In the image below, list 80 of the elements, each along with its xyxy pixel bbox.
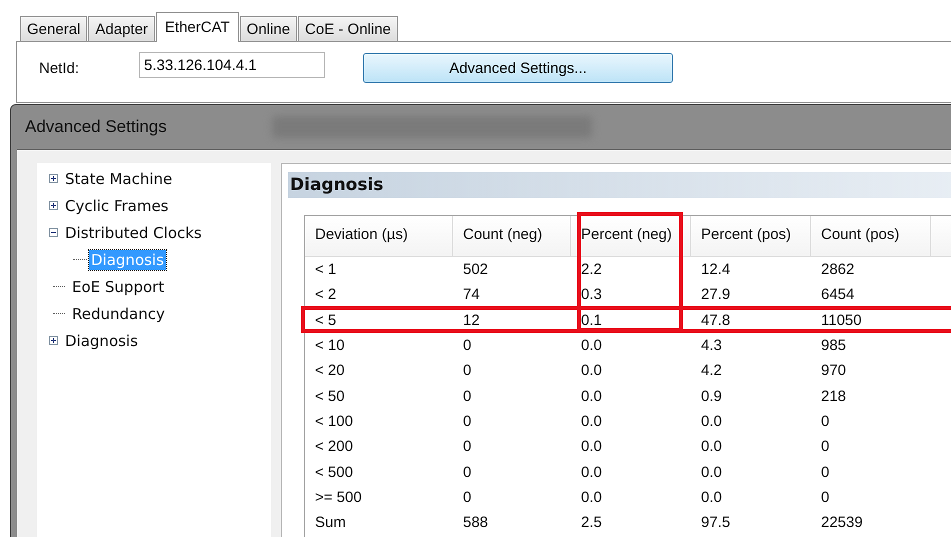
tab[interactable]: Adapter (88, 16, 155, 41)
tree-item[interactable]: State Machine (63, 168, 174, 188)
table-cell-text: 4.2 (700, 362, 723, 380)
tab[interactable]: Online (240, 16, 298, 41)
table-cell-text: 0.0 (700, 464, 723, 481)
tab[interactable]: General (20, 16, 88, 41)
table-cell-text: 0.0 (580, 388, 603, 405)
table-cell-text: 2.2 (580, 261, 603, 278)
table-cell-text: < 2 (314, 286, 338, 304)
table-cell-text: 970 (820, 362, 848, 380)
table-cell-text: < 20 (314, 362, 346, 380)
table-cell-text: 502 (462, 261, 490, 278)
netid-field[interactable]: 5.33.126.104.4.1 (139, 52, 325, 78)
tree-item[interactable]: Distributed Clocks (63, 222, 204, 242)
column-header[interactable]: Percent (pos) (691, 216, 811, 256)
expand-icon[interactable] (49, 174, 58, 183)
table-cell-text: 0.0 (580, 464, 603, 481)
table-cell-text: 0 (820, 412, 830, 430)
table-cell-text: 0.0 (580, 412, 603, 430)
table-cell-text: 0 (462, 438, 472, 456)
table-cell-text: 2862 (820, 261, 856, 278)
tree-item[interactable]: Diagnosis (63, 330, 140, 350)
table-cell-text: 0.0 (700, 438, 723, 456)
table-cell-text: 0.3 (580, 286, 603, 304)
table-cell-text: 0 (462, 337, 472, 354)
advanced-settings-button[interactable]: Advanced Settings... (363, 53, 673, 83)
table-cell-text: 47.8 (700, 312, 732, 329)
table-cell-text: 12.4 (700, 261, 732, 278)
table-cell-text: < 200 (314, 438, 354, 456)
table-cell-text: 0 (462, 388, 472, 405)
table-cell-text: >= 500 (314, 488, 363, 506)
table-cell-text: 4.3 (700, 337, 723, 354)
table-cell-text: < 50 (314, 388, 346, 405)
column-header[interactable]: Percent (neg) (571, 216, 691, 256)
table-cell-text: 11050 (820, 312, 863, 329)
table-cell-text: 0.0 (580, 438, 603, 456)
table-cell-text: 27.9 (700, 286, 732, 304)
table-cell-text: 0.0 (580, 488, 603, 506)
tree-item[interactable]: Redundancy (70, 304, 167, 324)
table-cell-text: 0 (820, 488, 830, 506)
table-cell-text: < 500 (314, 464, 354, 481)
table-cell-text: 985 (820, 337, 848, 354)
table-cell-text: < 1 (314, 261, 338, 278)
tab[interactable]: EtherCAT (156, 12, 239, 42)
table-cell-text: 0.9 (700, 388, 723, 405)
table-cell-text: < 5 (314, 312, 338, 329)
table-cell-text: 12 (462, 312, 481, 329)
tree-item[interactable]: Cyclic Frames (63, 196, 170, 216)
table-cell-text: 0.0 (700, 412, 723, 430)
expand-icon[interactable] (49, 336, 58, 345)
table-cell-text: 0 (462, 412, 472, 430)
table-cell-text: 0.0 (580, 337, 603, 354)
table-cell-text: 0 (462, 362, 472, 380)
table-cell-text: 0 (462, 464, 472, 481)
table-cell-text: < 100 (314, 412, 354, 430)
table-cell-text: 0 (462, 488, 472, 506)
panel-title: Diagnosis (290, 175, 384, 195)
column-header[interactable]: Deviation (µs) (305, 216, 453, 256)
table-cell-text: 588 (462, 514, 490, 532)
table-cell-text: 74 (462, 286, 481, 304)
tab[interactable]: CoE - Online (298, 16, 398, 41)
table-cell-text: 218 (820, 388, 848, 405)
table-cell-text: 6454 (820, 286, 856, 304)
table-cell-text: 97.5 (700, 514, 732, 532)
column-header[interactable]: Count (neg) (453, 216, 571, 256)
expand-icon[interactable] (49, 201, 58, 210)
table-cell-text: < 10 (314, 337, 346, 354)
collapse-icon[interactable] (49, 228, 58, 237)
table-cell-text: 0.0 (580, 362, 603, 380)
table-cell-text: 0.1 (580, 312, 603, 329)
netid-label: NetId: (39, 60, 80, 76)
column-header[interactable]: Count (pos) (811, 216, 931, 256)
table-cell-text: 2.5 (580, 514, 603, 532)
table-cell-text: 0 (820, 438, 830, 456)
window-title: Advanced Settings (25, 117, 167, 137)
tree-item[interactable]: EoE Support (70, 276, 166, 296)
table-cell-text: 0 (820, 464, 830, 481)
table-cell-text: Sum (314, 514, 347, 532)
table-cell-text: 0.0 (700, 488, 723, 506)
table-cell-text: 22539 (820, 514, 864, 532)
